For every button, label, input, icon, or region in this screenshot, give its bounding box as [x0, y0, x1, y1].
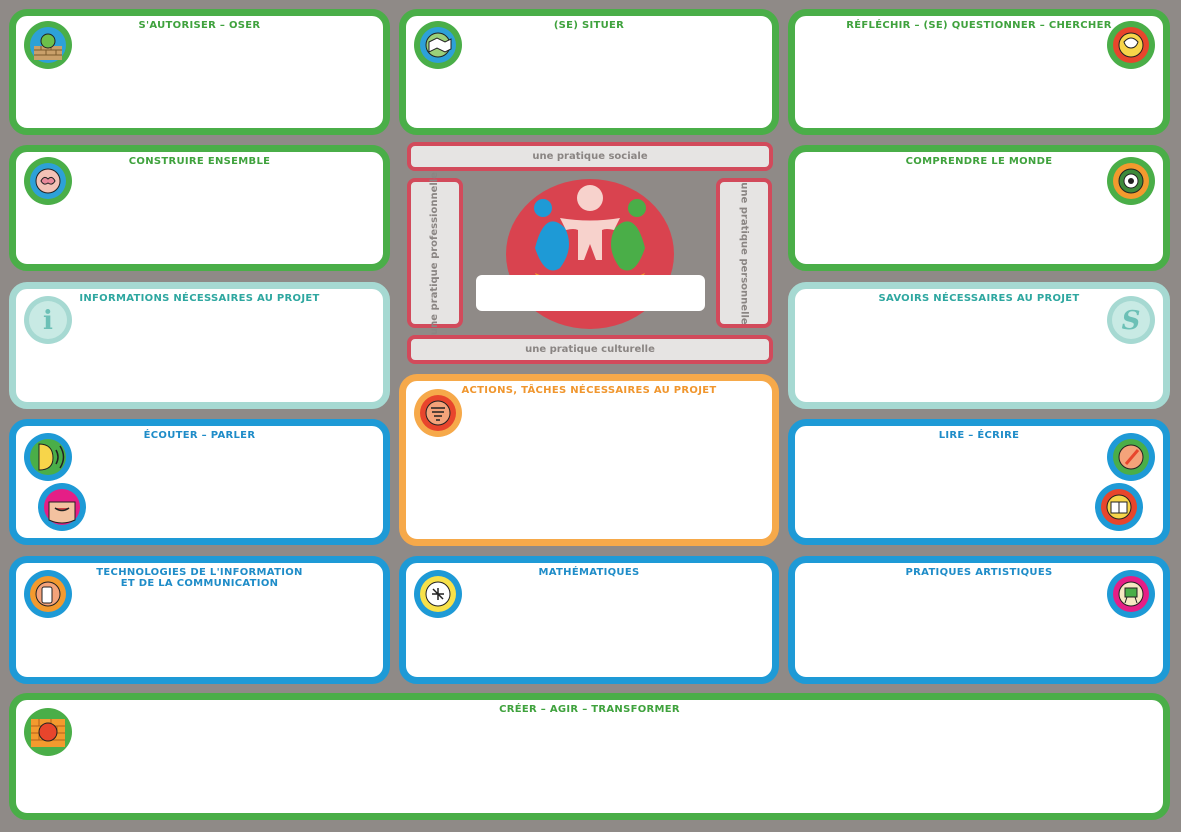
brain-face-icon — [23, 156, 73, 206]
pencil-face-icon — [1106, 432, 1156, 482]
info-icon: i — [23, 295, 73, 345]
wall-face-icon — [23, 20, 73, 70]
map-face-icon — [413, 20, 463, 70]
mouth-face-icon — [37, 482, 87, 532]
svg-text:S: S — [1122, 306, 1141, 336]
easel-face-icon — [1106, 569, 1156, 619]
tornado-face-icon — [413, 388, 463, 438]
ear-face-icon — [23, 432, 73, 482]
pratique-culturelle-label: une pratique culturelle — [407, 335, 773, 364]
name-input-field[interactable] — [476, 275, 705, 311]
savoirs-icon: S — [1106, 295, 1156, 345]
globe-face-icon — [1106, 156, 1156, 206]
card-title: CRÉER – AGIR – TRANSFORMER — [499, 704, 680, 715]
pratique-personnelle-label: une pratique personnelle — [716, 178, 772, 328]
pratique-professionnelle-label: une pratique professionnelle — [407, 171, 463, 335]
svg-text:i: i — [43, 306, 53, 336]
brick-face-icon — [23, 707, 73, 757]
pratique-sociale-label: une pratique sociale — [407, 142, 773, 171]
math-face-icon — [413, 569, 463, 619]
book-face-icon — [1094, 482, 1144, 532]
phone-face-icon — [23, 569, 73, 619]
card-creer-agir-transformer[interactable]: CRÉER – AGIR – TRANSFORMER — [9, 693, 1170, 820]
thinking-face-icon — [1106, 20, 1156, 70]
